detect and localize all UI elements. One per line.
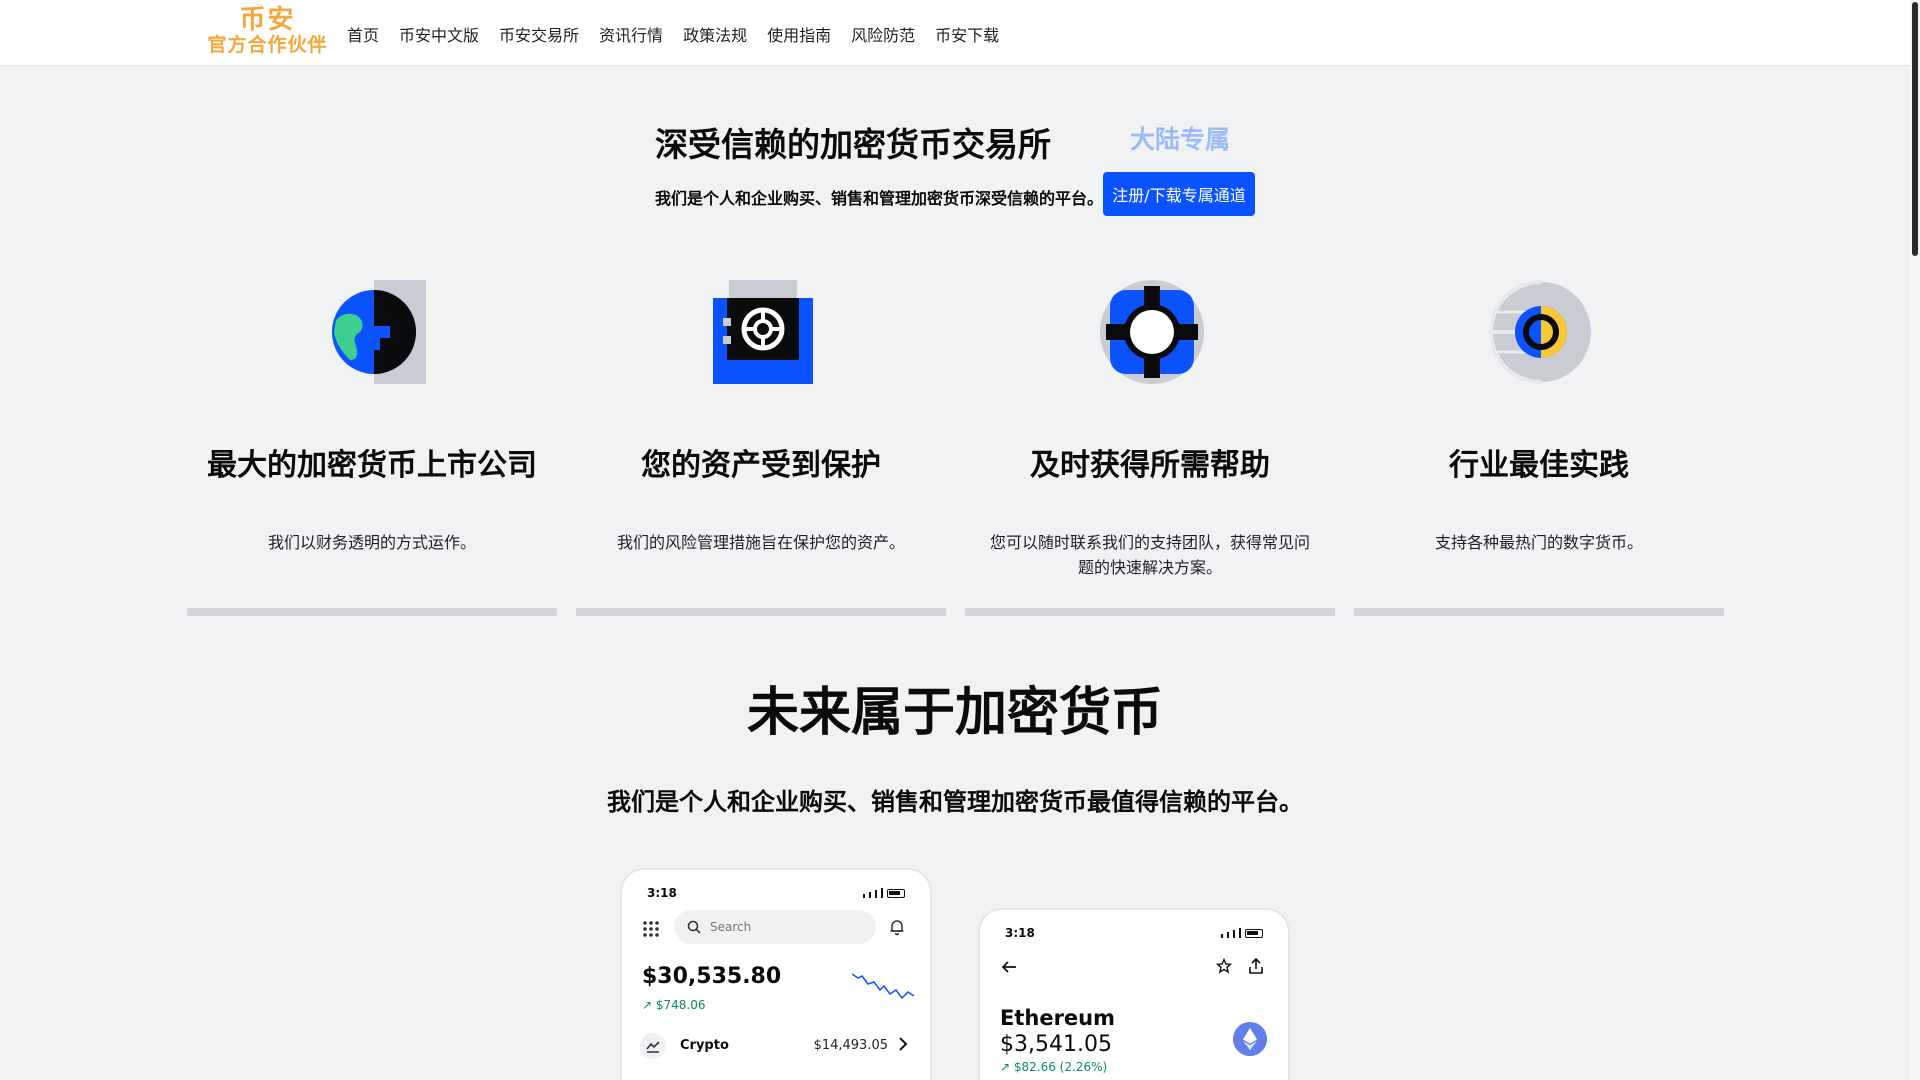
feature-card: 及时获得所需帮助 您可以随时联系我们的支持团队，获得常见问题的快速解决方案。 [965,270,1335,616]
feature-divider [965,608,1335,616]
logo-title: 币安 [239,5,296,35]
asset-price-change: ↗ $82.66 (2.26%) [1000,1060,1108,1074]
feature-divider [576,608,946,616]
phone-mockup-asset-detail: 3:18 Ethereum $3,541.05 ↗ $82.66 (2.26%) [980,910,1288,1080]
bell-icon[interactable] [888,918,906,936]
lifebuoy-icon [1100,280,1204,384]
feature-description: 我们的风险管理措施旨在保护您的资产。 [616,533,905,552]
status-time: 3:18 [647,886,677,900]
feature-description: 我们以财务透明的方式运作。 [267,533,476,552]
feature-description: 您可以随时联系我们的支持团队，获得常见问题的快速解决方案。 [990,533,1311,577]
globe-icon [332,280,426,384]
status-time: 3:18 [1005,926,1035,940]
asset-name: Ethereum [1000,1006,1116,1030]
signal-icon [1227,932,1229,938]
signal-icon [1239,928,1241,938]
arrow-left-icon[interactable] [1000,958,1018,976]
star-icon[interactable] [1216,958,1232,974]
coin-icon [1489,280,1591,384]
search-input[interactable] [674,910,876,944]
nav-item-home[interactable]: 首页 [347,22,379,46]
feature-card: 您的资产受到保护 我们的风险管理措施旨在保护您的资产。 [576,270,946,616]
feature-title: 您的资产受到保护 [641,448,881,483]
nav-item-exchange[interactable]: 币安交易所 [499,22,579,46]
logo-subtitle: 官方合作伙伴 [207,34,328,56]
status-icons [1221,928,1263,938]
signal-icon [863,894,865,898]
hero-subtitle: 我们是个人和企业购买、销售和管理加密货币深受信赖的平台。 [655,189,1104,208]
balance-change: ↗ $748.06 [642,998,706,1012]
site-logo[interactable]: 币安 官方合作伙伴 [205,7,330,55]
feature-card: 最大的加密货币上市公司 我们以财务透明的方式运作。 [187,270,557,616]
portfolio-balance: $30,535.80 [642,964,782,989]
apps-grid-icon[interactable] [642,920,660,938]
feature-divider [1354,608,1724,616]
top-navigation-bar: 币安 官方合作伙伴 首页 币安中文版 币安交易所 资讯行情 政策法规 使用指南 … [0,0,1910,66]
nav-item-risk[interactable]: 风险防范 [851,22,915,46]
nav-item-policy[interactable]: 政策法规 [683,22,747,46]
feature-title: 行业最佳实践 [1449,448,1629,483]
battery-icon [1245,929,1263,938]
asset-row-crypto[interactable]: Crypto $14,493.05 [640,1030,912,1060]
feature-card: 行业最佳实践 支持各种最热门的数字货币。 [1354,270,1724,616]
asset-row-label: Crypto [680,1038,729,1053]
phone-status-bar: 3:18 [647,886,905,902]
asset-price: $3,541.05 [1000,1032,1112,1057]
chevron-right-icon [899,1037,908,1051]
battery-icon [887,889,905,898]
signal-icon [1233,930,1235,938]
feature-divider [187,608,557,616]
chart-line-icon [640,1033,666,1059]
phone-status-bar: 3:18 [1005,926,1263,942]
nav-item-guide[interactable]: 使用指南 [767,22,831,46]
signal-icon [875,890,877,898]
nav-item-chinese-version[interactable]: 币安中文版 [399,22,479,46]
signal-icon [881,888,883,898]
nav-item-download[interactable]: 币安下载 [935,22,999,46]
section-subtitle: 我们是个人和企业购买、销售和管理加密货币最值得信赖的平台。 [607,788,1303,816]
section-title: 未来属于加密货币 [746,683,1163,743]
feature-description: 支持各种最热门的数字货币。 [1434,533,1643,552]
main-nav: 首页 币安中文版 币安交易所 资讯行情 政策法规 使用指南 风险防范 币安下载 [347,22,1019,46]
status-icons [863,888,905,898]
phone-mockup-portfolio: 3:18 $30,535.80 ↗ $748.06 [622,870,930,1080]
signal-icon [1221,934,1223,938]
hero-title: 深受信赖的加密货币交易所 [655,125,1051,164]
asset-row-value: $14,493.05 [813,1038,888,1053]
safe-icon [713,280,813,384]
signal-icon [869,892,871,898]
feature-title: 最大的加密货币上市公司 [207,448,537,483]
share-icon[interactable] [1248,957,1264,975]
feature-title: 及时获得所需帮助 [1030,448,1270,483]
ethereum-logo-icon [1233,1022,1267,1056]
sparkline-chart [852,973,914,1000]
search-icon [687,920,701,934]
hero-badge: 大陆专属 [1130,125,1231,154]
scrollbar-thumb[interactable] [1912,2,1918,256]
nav-item-news[interactable]: 资讯行情 [599,22,663,46]
page-scrollbar[interactable] [1910,0,1920,1080]
register-download-button[interactable]: 注册/下载专属通道 [1103,172,1255,216]
